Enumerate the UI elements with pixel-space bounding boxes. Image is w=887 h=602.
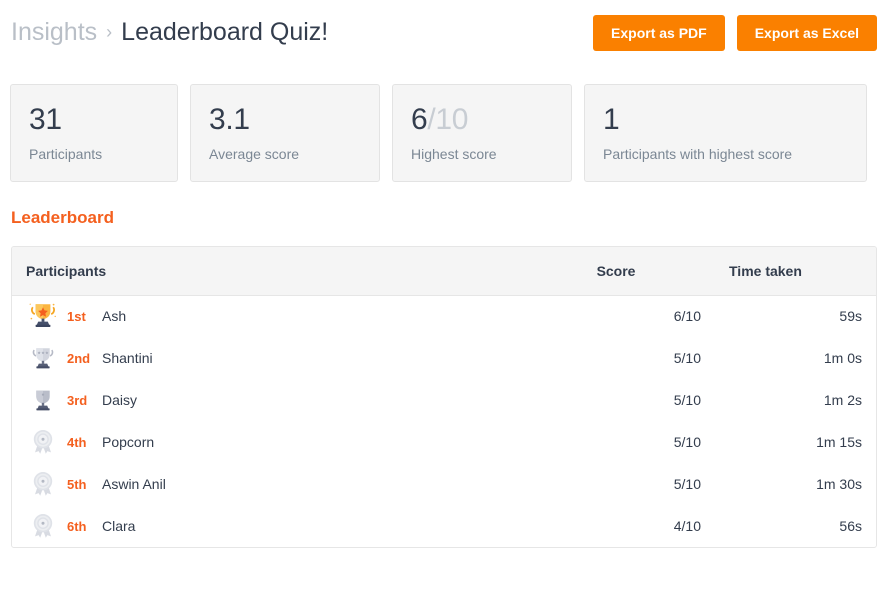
stat-value: 1 bbox=[603, 101, 848, 139]
export-excel-button[interactable]: Export as Excel bbox=[736, 15, 877, 51]
page-title: Leaderboard Quiz! bbox=[121, 18, 329, 46]
medal-icon bbox=[26, 470, 60, 498]
stat-value: 6/10 bbox=[411, 101, 553, 139]
stat-value-suffix: /10 bbox=[427, 103, 469, 136]
participant-cell: 1st Ash bbox=[26, 302, 569, 330]
column-header-time-taken[interactable]: Time taken bbox=[715, 247, 876, 296]
participant-name: Shantini bbox=[102, 350, 153, 366]
table-row[interactable]: 4th Popcorn 5/10 1m 15s bbox=[12, 421, 876, 463]
medal-icon bbox=[33, 430, 53, 454]
cell-score: 6/10 bbox=[673, 308, 701, 325]
participant-name: Aswin Anil bbox=[102, 476, 166, 492]
leaderboard-table: Participants Score Time taken 1st Ash 6/10… bbox=[12, 247, 876, 547]
rank-label: 5th bbox=[67, 476, 87, 492]
export-pdf-button[interactable]: Export as PDF bbox=[593, 15, 725, 51]
export-actions: Export as PDF Export as Excel bbox=[593, 15, 877, 51]
breadcrumb: Insights › Leaderboard Quiz! bbox=[11, 16, 328, 50]
rank-label: 4th bbox=[67, 434, 87, 450]
stat-value-main: 3.1 bbox=[209, 103, 250, 136]
stat-label: Highest score bbox=[411, 146, 497, 162]
medal-icon bbox=[33, 472, 53, 496]
cell-time-taken: 1m 0s bbox=[823, 350, 862, 366]
breadcrumb-parent-link[interactable]: Insights bbox=[11, 18, 97, 46]
stat-value-main: 1 bbox=[603, 103, 620, 136]
participant-name: Popcorn bbox=[102, 434, 155, 450]
leaderboard-table-container: Participants Score Time taken 1st Ash 6/10… bbox=[11, 246, 877, 548]
table-row[interactable]: 5th Aswin Anil 5/10 1m 30s bbox=[12, 463, 876, 505]
silver-trophy-icon bbox=[32, 348, 54, 369]
table-header: Participants Score Time taken bbox=[12, 247, 876, 296]
participant-cell: 4th Popcorn bbox=[26, 428, 569, 456]
cell-participant: 1st Ash bbox=[12, 295, 583, 337]
cell-score: 5/10 bbox=[673, 434, 701, 450]
cell-time-taken: 1m 30s bbox=[816, 476, 862, 492]
participant-cell: 3rd Daisy bbox=[26, 387, 569, 413]
stat-card-participants: 31 Participants bbox=[10, 84, 178, 182]
cell-participant: 6th Clara bbox=[12, 505, 583, 547]
cell-time-taken: 59s bbox=[839, 308, 862, 325]
participant-name: Clara bbox=[102, 518, 136, 534]
table-row[interactable]: 6th Clara 4/10 56s bbox=[12, 505, 876, 547]
silver-trophy-icon bbox=[26, 345, 60, 371]
medal-icon bbox=[26, 512, 60, 540]
stat-label: Participants bbox=[29, 146, 103, 162]
stat-value-main: 31 bbox=[29, 103, 62, 136]
table-row[interactable]: 2nd Shantini 5/10 1m 0s bbox=[12, 337, 876, 379]
stat-value-main: 6 bbox=[411, 103, 428, 136]
rank-label: 2nd bbox=[67, 350, 91, 366]
page-header: Insights › Leaderboard Quiz! Export as PDF… bbox=[0, 0, 887, 64]
rank-label: 3rd bbox=[67, 392, 88, 408]
cell-participant: 4th Popcorn bbox=[12, 421, 583, 463]
cell-participant: 3rd Daisy bbox=[12, 379, 583, 421]
cell-score: 4/10 bbox=[673, 518, 701, 534]
cell-participant: 2nd Shantini bbox=[12, 337, 583, 379]
cell-score: 5/10 bbox=[673, 392, 701, 408]
cell-score: 5/10 bbox=[673, 350, 701, 366]
bronze-trophy-icon bbox=[26, 387, 60, 413]
leaderboard-section-title: Leaderboard bbox=[11, 208, 114, 227]
participant-cell: 2nd Shantini bbox=[26, 345, 569, 371]
participant-cell: 5th Aswin Anil bbox=[26, 470, 569, 498]
stat-card-highest-score: 6/10 Highest score bbox=[392, 84, 572, 182]
cell-time-taken: 56s bbox=[839, 518, 862, 534]
rank-label: 1st bbox=[67, 308, 86, 324]
medal-icon bbox=[33, 514, 53, 538]
participant-cell: 6th Clara bbox=[26, 512, 569, 540]
summary-stats: 31 Participants 3.1 Average score 6/10 H… bbox=[0, 84, 887, 182]
column-header-participants[interactable]: Participants bbox=[12, 247, 583, 296]
stat-label: Participants with highest score bbox=[603, 146, 793, 162]
participant-name: Ash bbox=[102, 308, 127, 325]
stat-label: Average score bbox=[209, 146, 300, 162]
participant-name: Daisy bbox=[102, 392, 138, 408]
gold-trophy-icon bbox=[26, 302, 60, 330]
stat-card-participants-with-highest-score: 1 Participants with highest score bbox=[584, 84, 867, 182]
column-header-score[interactable]: Score bbox=[582, 247, 715, 296]
cell-participant: 5th Aswin Anil bbox=[12, 463, 583, 505]
breadcrumb-separator-icon: › bbox=[106, 22, 113, 42]
stat-value: 3.1 bbox=[209, 101, 361, 139]
stat-card-average-score: 3.1 Average score bbox=[190, 84, 380, 182]
bronze-trophy-icon bbox=[36, 390, 50, 411]
rank-label: 6th bbox=[67, 518, 87, 534]
table-body: 1st Ash 6/10 59s 2nd Shantini 5/10 1m 0s 3rd Da… bbox=[12, 295, 876, 547]
table-header-row: Participants Score Time taken bbox=[12, 247, 876, 296]
medal-icon bbox=[26, 428, 60, 456]
stat-value: 31 bbox=[29, 101, 159, 139]
cell-score: 5/10 bbox=[673, 476, 701, 492]
cell-time-taken: 1m 15s bbox=[816, 434, 862, 450]
table-row[interactable]: 1st Ash 6/10 59s bbox=[12, 295, 876, 337]
table-row[interactable]: 3rd Daisy 5/10 1m 2s bbox=[12, 379, 876, 421]
gold-trophy-icon bbox=[29, 303, 56, 328]
cell-time-taken: 1m 2s bbox=[823, 392, 862, 408]
